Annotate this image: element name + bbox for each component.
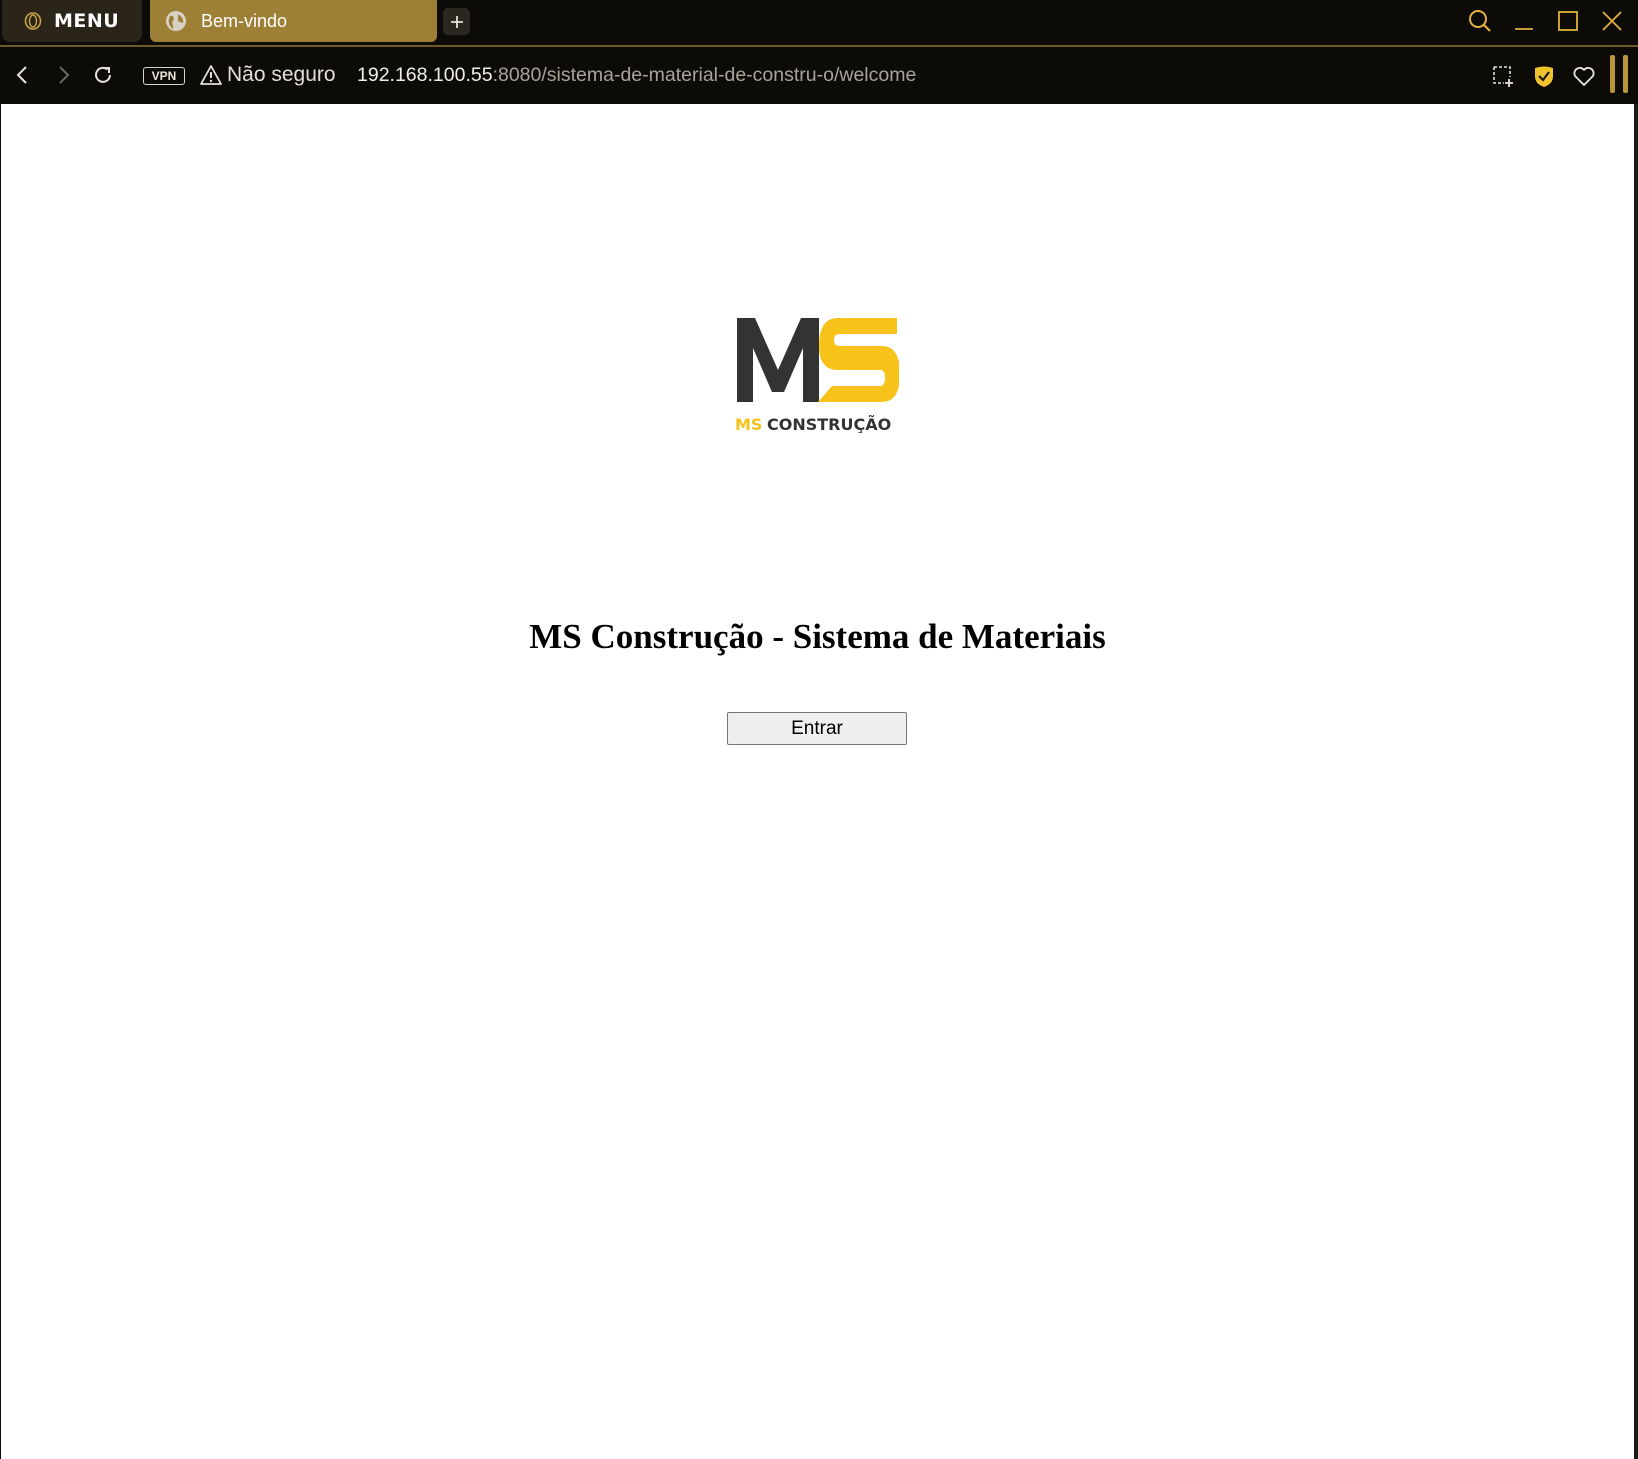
maximize-button[interactable]	[1555, 8, 1581, 34]
menu-button[interactable]: MENU	[2, 0, 142, 42]
vpn-badge[interactable]: VPN	[143, 67, 185, 85]
window-edge	[1634, 104, 1638, 1459]
sidebar-toggle[interactable]	[1606, 55, 1632, 95]
page-content: MS CONSTRUÇÃO MS Construção - Sistema de…	[1, 104, 1634, 1459]
plus-icon	[450, 15, 463, 28]
close-window-button[interactable]	[1599, 8, 1625, 34]
back-icon	[16, 66, 27, 84]
url-field[interactable]: 192.168.100.55:8080/sistema-de-material-…	[357, 64, 916, 87]
forward-button[interactable]	[50, 62, 76, 88]
snapshot-button[interactable]	[1490, 63, 1516, 89]
logo-caption-rest: CONSTRUÇÃO	[767, 415, 891, 433]
opera-icon	[24, 12, 42, 30]
new-tab-button[interactable]	[443, 8, 470, 35]
snapshot-icon	[1493, 66, 1513, 87]
back-button[interactable]	[10, 62, 36, 88]
minimize-button[interactable]	[1511, 8, 1537, 34]
search-icon	[1469, 10, 1491, 32]
search-button[interactable]	[1467, 8, 1493, 34]
adblock-button[interactable]	[1531, 63, 1557, 89]
maximize-icon	[1558, 11, 1578, 31]
close-icon	[1602, 11, 1622, 31]
favorites-button[interactable]	[1571, 63, 1597, 89]
menu-label: MENU	[54, 10, 120, 32]
globe-icon	[166, 11, 186, 31]
ms-construcao-logo: MS CONSTRUÇÃO	[735, 318, 899, 433]
logo-caption-accent: MS	[735, 415, 762, 433]
heart-icon	[1573, 67, 1595, 86]
enter-button[interactable]: Entrar	[727, 712, 907, 745]
shield-icon	[1535, 66, 1553, 87]
security-status[interactable]: Não seguro	[227, 63, 336, 87]
warning-icon[interactable]	[199, 64, 223, 86]
url-host: 192.168.100.55	[357, 64, 493, 86]
reload-icon	[95, 66, 111, 83]
tab-bar: MENU Bem-vindo	[0, 0, 1638, 47]
tab-title: Bem-vindo	[201, 10, 288, 31]
address-bar: VPN Não seguro 192.168.100.55:8080/siste…	[0, 47, 1638, 104]
reload-button[interactable]	[90, 62, 116, 88]
url-path: :8080/sistema-de-material-de-constru-o/w…	[492, 64, 917, 86]
forward-icon	[59, 66, 70, 84]
minimize-icon	[1515, 28, 1533, 30]
browser-window: MENU Bem-vindo VPN Não seguro 192.168.10…	[0, 0, 1638, 1459]
page-title: MS Construção - Sistema de Materiais	[529, 617, 1106, 656]
tab-bem-vindo[interactable]: Bem-vindo	[150, 0, 437, 42]
